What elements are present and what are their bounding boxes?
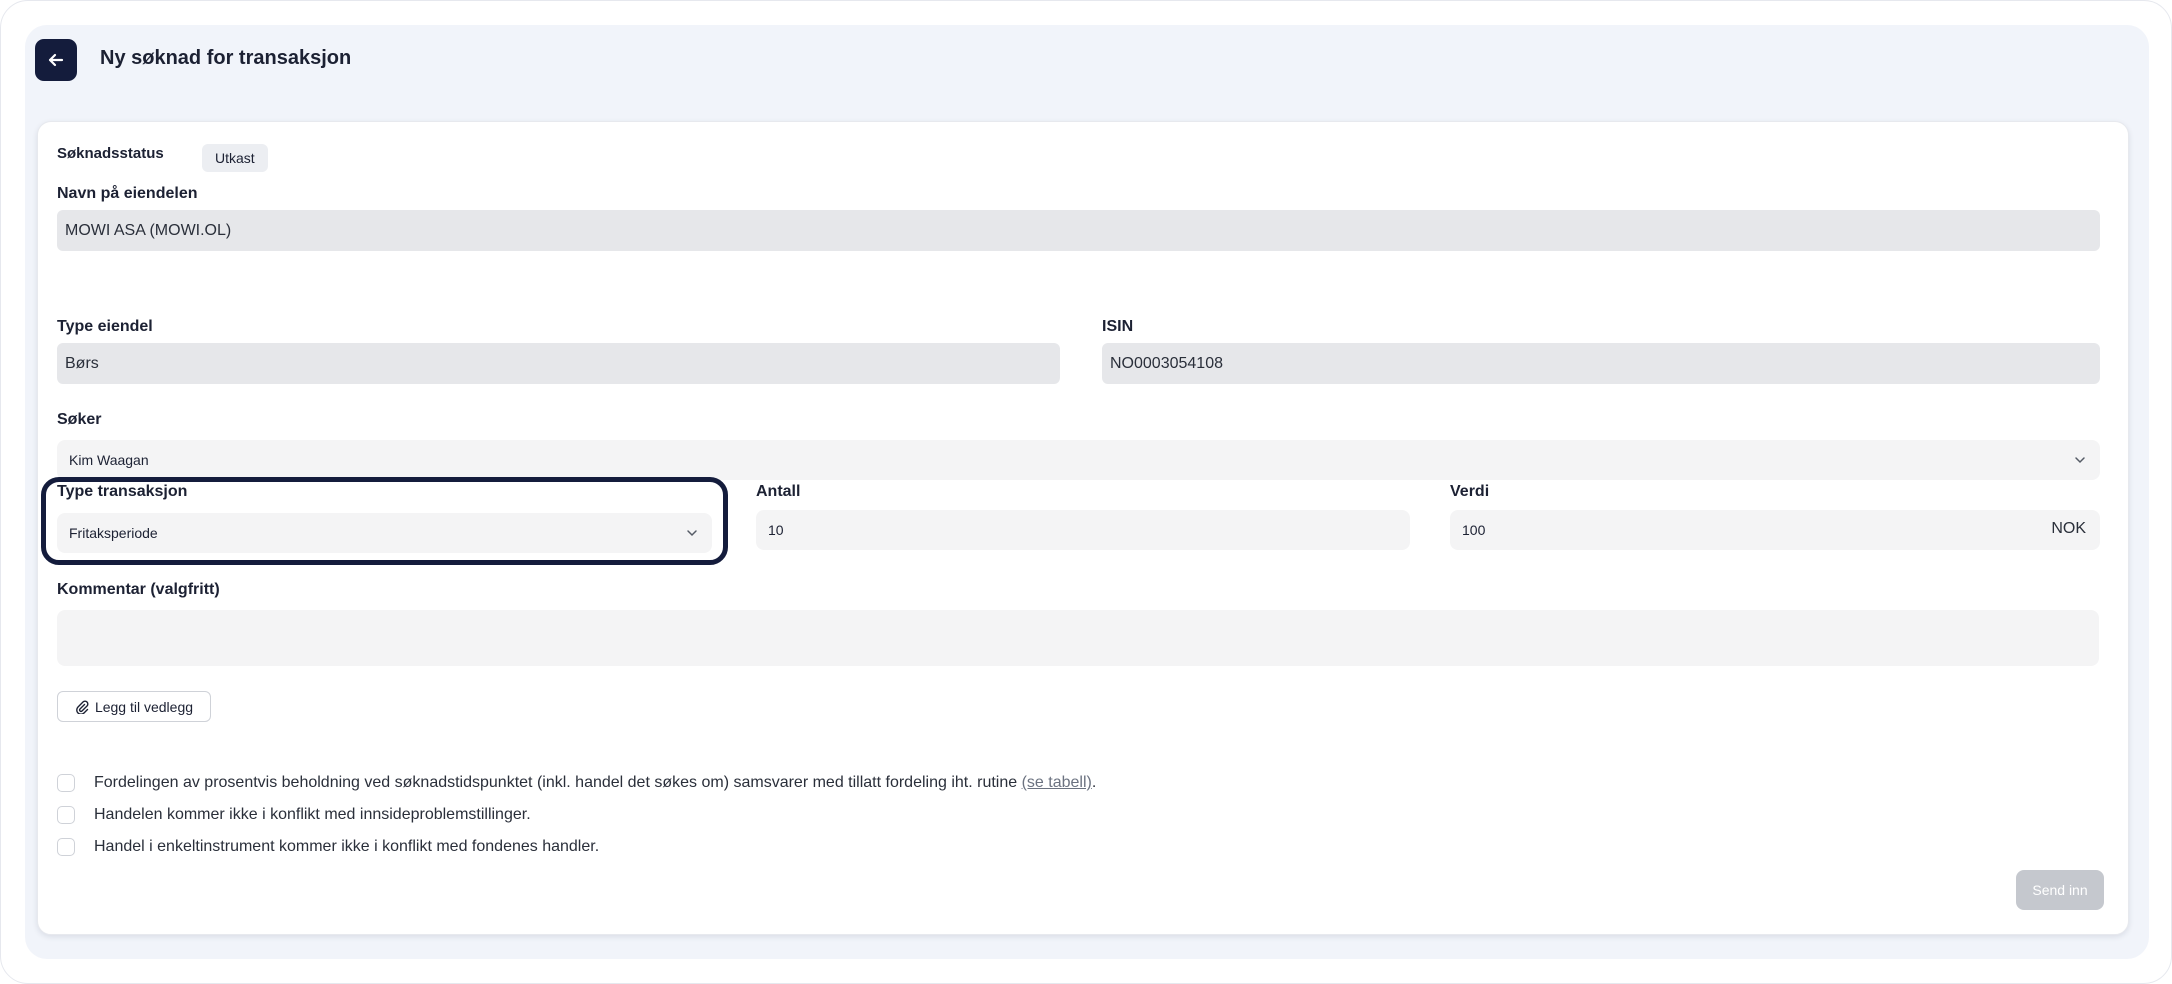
page-title: Ny søknad for transaksjon xyxy=(100,47,352,69)
asset-type-field: Børs xyxy=(57,343,1060,384)
applicant-value: Kim Waagan xyxy=(69,452,149,468)
transaction-type-value: Fritaksperiode xyxy=(69,525,158,541)
chevron-down-icon xyxy=(2075,457,2085,464)
arrow-left-icon xyxy=(48,53,64,67)
chevron-down-icon xyxy=(687,530,697,537)
quantity-label: Antall xyxy=(756,483,801,500)
submit-button[interactable]: Send inn xyxy=(2016,870,2104,910)
confirmation-row: Handel i enkeltinstrument kommer ikke i … xyxy=(57,838,599,856)
applicant-select[interactable]: Kim Waagan xyxy=(57,440,2100,480)
paperclip-icon xyxy=(76,699,89,714)
app-frame: Ny søknad for transaksjon Søknadsstatus … xyxy=(0,0,2172,984)
asset-name-field: MOWI ASA (MOWI.OL) xyxy=(57,210,2100,251)
confirmation-text: Fordelingen av prosentvis beholdning ved… xyxy=(94,774,1097,791)
asset-name-label: Navn på eiendelen xyxy=(57,185,198,202)
amount-value: 100 xyxy=(1462,522,1486,538)
confirmation-checkbox[interactable] xyxy=(57,838,75,856)
asset-type-label: Type eiendel xyxy=(57,318,153,335)
confirmation-row: Handelen kommer ikke i konflikt med inns… xyxy=(57,806,531,824)
attach-file-label: Legg til vedlegg xyxy=(94,698,194,715)
confirmation-text: Handelen kommer ikke i konflikt med inns… xyxy=(94,806,531,823)
transaction-type-label: Type transaksjon xyxy=(57,483,188,500)
status-badge: Utkast xyxy=(202,144,268,172)
status-label: Søknadsstatus xyxy=(57,145,164,162)
see-table-link[interactable]: (se tabell) xyxy=(1022,774,1092,791)
confirmation-text: Handel i enkeltinstrument kommer ikke i … xyxy=(94,838,600,855)
confirmation-checkbox[interactable] xyxy=(57,774,75,792)
currency-unit: NOK xyxy=(2051,520,2086,537)
quantity-value: 10 xyxy=(768,522,784,538)
comment-label: Kommentar (valgfritt) xyxy=(57,581,220,598)
confirmation-checkbox[interactable] xyxy=(57,806,75,824)
isin-field: NO0003054108 xyxy=(1102,343,2100,384)
isin-label: ISIN xyxy=(1102,318,1134,335)
quantity-input[interactable]: 10 xyxy=(756,510,1410,550)
page-shell: Ny søknad for transaksjon Søknadsstatus … xyxy=(25,25,2149,959)
back-button[interactable] xyxy=(35,39,77,81)
application-form: Søknadsstatus Utkast Navn på eiendelen M… xyxy=(37,121,2129,935)
attach-file-button[interactable]: Legg til vedlegg xyxy=(57,691,211,722)
comment-textarea[interactable] xyxy=(57,610,2099,666)
transaction-type-select[interactable]: Fritaksperiode xyxy=(57,513,712,553)
amount-input[interactable]: 100 NOK xyxy=(1450,510,2100,550)
amount-label: Verdi xyxy=(1450,483,1490,500)
confirmation-row: Fordelingen av prosentvis beholdning ved… xyxy=(57,774,1096,792)
applicant-label: Søker xyxy=(57,411,102,428)
